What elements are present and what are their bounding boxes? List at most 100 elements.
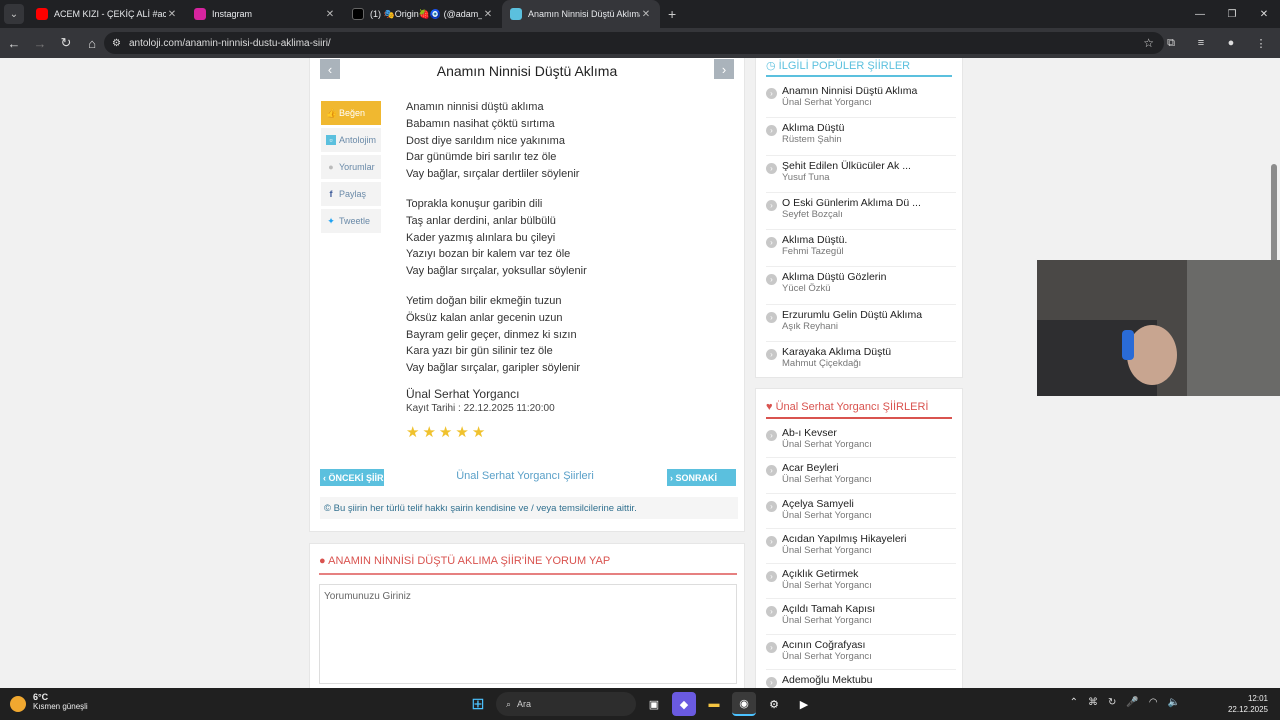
chevron-right-icon: › — [766, 571, 777, 583]
list-item[interactable]: › Acının Coğrafyası Ünal Serhat Yorgancı — [766, 635, 956, 671]
author-poems-link[interactable]: Ünal Serhat Yorgancı Şiirleri — [390, 470, 660, 482]
item-title: Aklıma Düştü Gözlerin — [782, 271, 887, 284]
list-item[interactable]: › Acıdan Yapılmış Hikayeleri Ünal Serhat Y… — [766, 529, 956, 565]
reading-list-icon[interactable]: ≡ — [1192, 34, 1210, 52]
close-icon[interactable]: ✕ — [482, 9, 494, 20]
chevron-up-icon[interactable]: ⌃ — [1070, 697, 1078, 708]
star-icon[interactable]: ★ — [439, 423, 452, 441]
close-icon[interactable]: ✕ — [324, 9, 336, 20]
list-item[interactable]: › Aklıma Düştü Rüstem Şahin — [766, 118, 956, 156]
weather-sun-icon — [10, 696, 26, 712]
star-icon[interactable]: ★ — [406, 423, 419, 441]
star-icon[interactable]: ★ — [422, 423, 435, 441]
share-button[interactable]: f Paylaş — [321, 182, 381, 206]
minimize-icon[interactable]: — — [1184, 0, 1216, 28]
star-icon[interactable]: ★ — [455, 423, 468, 441]
menu-icon[interactable]: ⋮ — [1252, 34, 1270, 52]
comment-card: ● ANAMIN NİNNİSİ DÜŞTÜ AKLIMA ŞİİR'İNE Y… — [309, 543, 745, 688]
item-author: Ünal Serhat Yorgancı — [782, 509, 872, 521]
tweet-button[interactable]: ✦ Tweetle — [321, 209, 381, 233]
media-player-icon[interactable]: ▶ — [792, 692, 816, 716]
file-explorer-icon[interactable]: ▬ — [702, 692, 726, 716]
update-icon[interactable]: ↻ — [1108, 697, 1116, 708]
list-item[interactable]: › Açıldı Tamah Kapısı Ünal Serhat Yorgancı — [766, 599, 956, 635]
taskbar-search[interactable]: ⌕ Ara — [496, 692, 636, 716]
volume-icon[interactable]: 🔈 — [1168, 697, 1180, 708]
poem-date: Kayıt Tarihi : 22.12.2025 11:20:00 — [406, 403, 555, 414]
antolojim-button[interactable]: ▫ Antolojim — [321, 128, 381, 152]
poem-line: Vay bağlar sırçalar, yoksullar söylenir — [406, 265, 587, 278]
comment-textarea[interactable]: Yorumunuzu Giriniz — [319, 584, 737, 684]
list-item[interactable]: › Erzurumlu Gelin Düştü Aklıma Aşık Reyhan… — [766, 305, 956, 343]
item-author: Ünal Serhat Yorgancı — [782, 580, 872, 592]
steam-icon[interactable]: ⚙ — [762, 692, 786, 716]
site-info-icon[interactable]: ⚙ — [112, 38, 121, 49]
tab-antoloji[interactable]: Anamın Ninnisi Düştü Aklıma Şi ✕ — [502, 0, 660, 28]
reload-icon[interactable]: ↻ — [54, 35, 78, 51]
list-item[interactable]: › Açıklık Getirmek Ünal Serhat Yorgancı — [766, 564, 956, 600]
extensions-icon[interactable]: ⧉ — [1162, 34, 1180, 52]
list-item[interactable]: › Aklıma Düştü Gözlerin Yücel Özkü — [766, 267, 956, 305]
tab-youtube[interactable]: ACEM KIZI - ÇEKİÇ ALİ #ace ✕ — [28, 0, 186, 28]
list-item[interactable]: › Ab-ı Kevser Ünal Serhat Yorgancı — [766, 423, 956, 459]
forward-icon[interactable]: → — [28, 36, 52, 51]
tab-title: ACEM KIZI - ÇEKİÇ ALİ #ace — [54, 9, 166, 19]
copilot-icon[interactable]: ◆ — [672, 692, 696, 716]
weather-widget[interactable]: 6°C Kısmen güneşli — [10, 692, 88, 712]
windows-taskbar: 6°C Kısmen güneşli ⊞ ⌕ Ara ▣ ◆ ▬ ◉ ⚙ ▶ ⌃… — [0, 688, 1280, 720]
star-icon[interactable]: ★ — [472, 423, 485, 441]
close-window-icon[interactable]: ✕ — [1248, 0, 1280, 28]
stanza: Anamın ninnisi düştü aklıma Babamın nasi… — [406, 99, 726, 183]
list-item[interactable]: › Ademoğlu Mektubu — [766, 670, 956, 688]
item-title: Erzurumlu Gelin Düştü Aklıma — [782, 308, 923, 321]
microphone-icon[interactable]: 🎤 — [1126, 697, 1138, 708]
item-author: Ünal Serhat Yorgancı — [782, 615, 872, 627]
item-title: Acının Coğrafyası — [782, 638, 866, 651]
temperature: 6°C — [33, 692, 49, 702]
restore-icon[interactable]: ❐ — [1216, 0, 1248, 28]
popular-poems-title: ◷ İLGİLİ POPÜLER ŞİİRLER — [766, 59, 910, 72]
list-item[interactable]: › Şehit Edilen Ülkücüler Ak ... Yusuf Tuna — [766, 156, 956, 193]
item-title: Aklıma Düştü — [782, 122, 845, 135]
poem-line: Taş anlar derdini, anlar bülbülü — [406, 214, 556, 227]
next-poem-arrow-icon[interactable]: › — [714, 59, 734, 79]
back-icon[interactable]: ← — [2, 36, 26, 51]
poem-line: Toprakla konuşur garibin dili — [406, 197, 543, 210]
chrome-icon[interactable]: ◉ — [732, 692, 756, 716]
poem-line: Anamın ninnisi düştü aklıma — [406, 101, 544, 113]
task-view-icon[interactable]: ▣ — [642, 692, 666, 716]
list-item[interactable]: › Anamın Ninnisi Düştü Aklıma Ünal Serhat … — [766, 81, 956, 119]
chevron-right-icon: › — [766, 162, 777, 174]
comments-button[interactable]: ● Yorumlar — [321, 155, 381, 179]
item-author: Ünal Serhat Yorgancı — [782, 439, 872, 450]
address-bar[interactable]: ⚙ antoloji.com/anamin-ninnisi-dustu-akli… — [104, 32, 1164, 54]
next-poem-button[interactable]: › SONRAKİ — [667, 469, 736, 486]
previous-poem-button[interactable]: ‹ ÖNCEKİ ŞİİR — [320, 469, 384, 486]
new-tab-icon[interactable]: + — [668, 6, 676, 22]
tab-title: (1) 🎭Origin🍓🧿 (@adam_ap — [370, 8, 482, 19]
close-icon[interactable]: ✕ — [640, 9, 652, 20]
list-item[interactable]: › Açelya Samyeli Ünal Serhat Yorgancı — [766, 494, 956, 529]
share-label: Paylaş — [339, 189, 367, 199]
like-button[interactable]: 👍 Beğen — [321, 101, 381, 125]
clock[interactable]: 12:01 22.12.2025 — [1228, 693, 1268, 715]
list-item[interactable]: › Karayaka Aklıma Düştü Mahmut Çiçekdağı — [766, 342, 956, 379]
bookmark-star-icon[interactable]: ☆ — [1143, 36, 1154, 50]
webcam-headset — [1122, 330, 1134, 360]
tab-x[interactable]: (1) 🎭Origin🍓🧿 (@adam_ap ✕ — [344, 0, 502, 28]
list-item[interactable]: › O Eski Günlerim Aklıma Dü ... Seyfet Boz… — [766, 193, 956, 231]
profile-avatar-icon[interactable]: ● — [1222, 34, 1240, 52]
network-icon[interactable]: ⌘ — [1088, 697, 1098, 708]
list-item[interactable]: › Acar Beyleri Ünal Serhat Yorgancı — [766, 458, 956, 494]
list-item[interactable]: › Aklıma Düştü. Fehmi Tazegül — [766, 230, 956, 268]
poem-author[interactable]: Ünal Serhat Yorgancı — [406, 387, 519, 401]
tab-search-button[interactable]: ⌄ — [4, 4, 24, 24]
home-icon[interactable]: ⌂ — [80, 36, 104, 51]
close-icon[interactable]: ✕ — [166, 9, 178, 20]
rating-stars[interactable]: ★ ★ ★ ★ ★ — [406, 423, 485, 441]
divider — [766, 417, 952, 419]
tab-instagram[interactable]: Instagram ✕ — [186, 0, 344, 28]
wifi-icon[interactable]: ◠ — [1149, 697, 1158, 708]
start-icon[interactable]: ⊞ — [466, 692, 490, 716]
date: 22.12.2025 — [1227, 705, 1268, 714]
